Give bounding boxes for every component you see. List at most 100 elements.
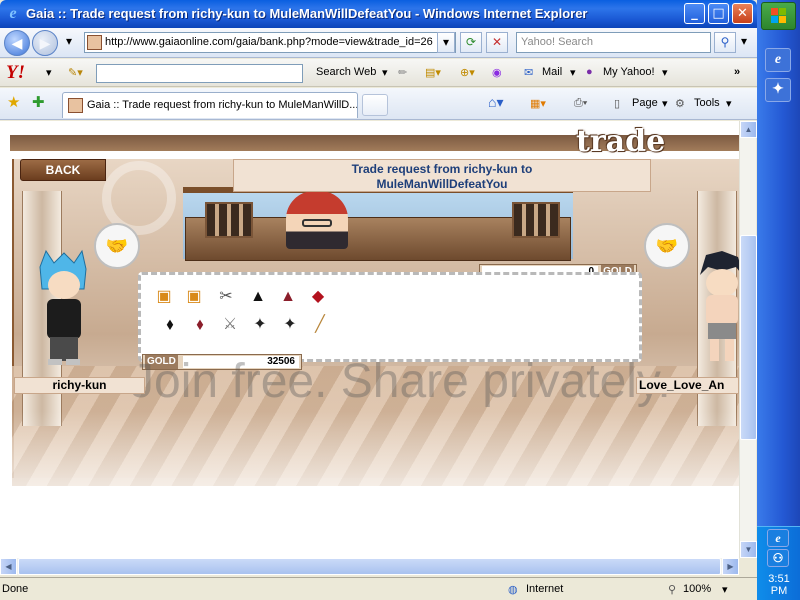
window-title: Gaia :: Trade request from richy-kun to … (26, 6, 588, 21)
avatar-love-love-an (692, 249, 739, 369)
add-favorites-icon[interactable]: ✚ (32, 93, 45, 111)
address-url: http://www.gaiaonline.com/gaia/bank.php?… (105, 36, 433, 48)
zone-text: Internet (526, 583, 564, 595)
ie-taskbar-icon[interactable]: e (765, 48, 791, 72)
photobucket-watermark: Join free. Share privately. (130, 355, 671, 408)
address-toolbar: ◀ ▶ ▾ http://www.gaiaonline.com/gaia/ban… (0, 28, 757, 58)
bat-item[interactable]: ╱ (307, 313, 333, 337)
new-tab-button[interactable] (362, 94, 388, 116)
yahoo-logo-icon[interactable]: Y! (6, 62, 25, 84)
page-icon[interactable]: ▯ (614, 97, 620, 110)
bank-teller-npc (286, 191, 348, 249)
tray-network-icon[interactable]: ⚇ (767, 549, 789, 567)
status-bar: Done ◍ Internet ⚲ 100% ▾ (0, 577, 757, 600)
ie-window: e Gaia :: Trade request from richy-kun t… (0, 0, 757, 600)
tab-title: Gaia :: Trade request from richy-kun to … (87, 99, 358, 111)
title-bar[interactable]: e Gaia :: Trade request from richy-kun t… (0, 0, 757, 28)
left-user-name[interactable]: richy-kun (14, 377, 145, 394)
scene-fade (12, 411, 739, 558)
scroll-up-button[interactable]: ▲ (740, 121, 757, 138)
tray-ie-icon[interactable]: e (767, 529, 789, 547)
mail-icon[interactable]: ✉ (524, 66, 533, 79)
headphones-icon[interactable]: ◉ (492, 66, 502, 79)
highlight-pen-icon[interactable]: ✏ (398, 66, 407, 79)
vertical-scroll-thumb[interactable] (740, 235, 757, 440)
yahoo-search-input[interactable]: Yahoo! Search (516, 32, 711, 53)
glasses-icon (302, 219, 332, 227)
my-yahoo-dropdown[interactable]: ▾ (662, 66, 668, 79)
tools-menu-dropdown[interactable]: ▾ (726, 97, 732, 110)
my-yahoo-icon[interactable]: ● (586, 66, 593, 78)
start-button[interactable] (761, 2, 796, 30)
shuriken-item[interactable]: ✦ (277, 313, 303, 337)
yahoo-toolbar-input[interactable] (96, 64, 303, 83)
trade-request-line2: MuleManWillDefeatYou (376, 177, 508, 191)
system-tray: e ⚇ 3:51 PM (757, 526, 800, 600)
drawer-cabinet-right (512, 202, 560, 238)
trade-request-line1: Trade request from richy-kun to (351, 162, 533, 176)
horizontal-scrollbar[interactable]: ◀ ▶ (0, 558, 739, 575)
refresh-icon[interactable]: ⟳ (460, 32, 482, 53)
search-icon[interactable]: ⚲ (714, 32, 736, 53)
shuriken-item[interactable]: ✦ (247, 313, 273, 337)
back-nav-button[interactable]: ◀ (4, 30, 30, 56)
close-button[interactable]: ✕ (732, 3, 753, 24)
red-skirt-item[interactable]: ▲ (275, 285, 301, 309)
ticket-item[interactable]: ▣ (151, 285, 177, 309)
scroll-right-button[interactable]: ▶ (722, 558, 739, 575)
form-fill-icon[interactable]: ▤▾ (425, 66, 441, 79)
scissors-item[interactable]: ✂ (213, 285, 239, 309)
yahoo-menu-dropdown[interactable]: ▾ (46, 66, 52, 79)
favorites-star-icon[interactable]: ★ (7, 93, 20, 111)
ticket-item[interactable]: ▣ (181, 285, 207, 309)
tab-gaia-trade[interactable]: Gaia :: Trade request from richy-kun to … (62, 92, 358, 118)
gaia-favicon-icon (68, 98, 83, 113)
mail-dropdown[interactable]: ▾ (570, 66, 576, 79)
gear-icon[interactable]: ⚙ (675, 97, 685, 110)
status-text: Done (2, 583, 29, 595)
home-icon[interactable]: ⌂▾ (488, 94, 503, 111)
zoom-level[interactable]: 100% (683, 583, 711, 595)
page-menu-dropdown[interactable]: ▾ (662, 97, 668, 110)
search-options-dropdown[interactable]: ▾ (737, 32, 751, 53)
red-tie-item[interactable]: ⬧ (187, 313, 213, 337)
address-dropdown[interactable]: ▾ (437, 32, 455, 53)
feeds-icon[interactable]: ▦▾ (530, 97, 546, 110)
my-yahoo-link[interactable]: My Yahoo! (603, 66, 655, 78)
sword-item[interactable]: ⚔ (217, 313, 243, 337)
tab-row: ★ ✚ Gaia :: Trade request from richy-kun… (0, 88, 757, 120)
trade-request-title[interactable]: Trade request from richy-kun to MuleManW… (233, 159, 651, 192)
pencil-icon[interactable]: ✎▾ (68, 66, 83, 79)
mail-link[interactable]: Mail (542, 66, 562, 78)
red-hat-item[interactable]: ◆ (305, 285, 331, 309)
scroll-down-button[interactable]: ▼ (740, 541, 757, 558)
right-user-name[interactable]: Love_Love_An (636, 377, 739, 394)
handshake-icon-right: 🤝 (644, 223, 690, 269)
handshake-icon-left: 🤝 (94, 223, 140, 269)
clock[interactable]: 3:51 PM (759, 573, 799, 597)
address-input[interactable]: http://www.gaiaonline.com/gaia/bank.php?… (84, 32, 456, 53)
forward-nav-button[interactable]: ▶ (32, 30, 58, 56)
scroll-left-button[interactable]: ◀ (0, 558, 17, 575)
tools-menu[interactable]: Tools (694, 97, 720, 109)
quick-launch-icon[interactable]: ✦ (765, 78, 791, 102)
horizontal-scroll-thumb[interactable] (18, 558, 721, 575)
zoom-icon[interactable]: ⚲ (668, 583, 676, 596)
back-button[interactable]: BACK (20, 159, 106, 181)
stop-icon[interactable]: ✕ (486, 32, 508, 53)
minimize-button[interactable]: _ (684, 3, 705, 24)
page-menu[interactable]: Page (632, 97, 658, 109)
print-icon[interactable]: ⎙▾ (574, 97, 587, 110)
black-tie-item[interactable]: ⬧ (157, 313, 183, 337)
avatar-richy-kun (34, 249, 92, 369)
drawer-cabinet-left (205, 202, 253, 238)
maximize-button[interactable]: □ (708, 3, 729, 24)
globe-icon[interactable]: ⊕▾ (460, 66, 475, 79)
vertical-scrollbar[interactable]: ▲ ▼ (739, 121, 757, 558)
search-web-dropdown[interactable]: ▾ (382, 66, 388, 79)
more-chevron-icon[interactable]: » (734, 66, 740, 78)
zoom-dropdown[interactable]: ▾ (722, 583, 728, 596)
black-skirt-item[interactable]: ▲ (245, 285, 271, 309)
search-web-button[interactable]: Search Web (316, 66, 376, 78)
recent-pages-dropdown[interactable]: ▾ (60, 32, 78, 53)
